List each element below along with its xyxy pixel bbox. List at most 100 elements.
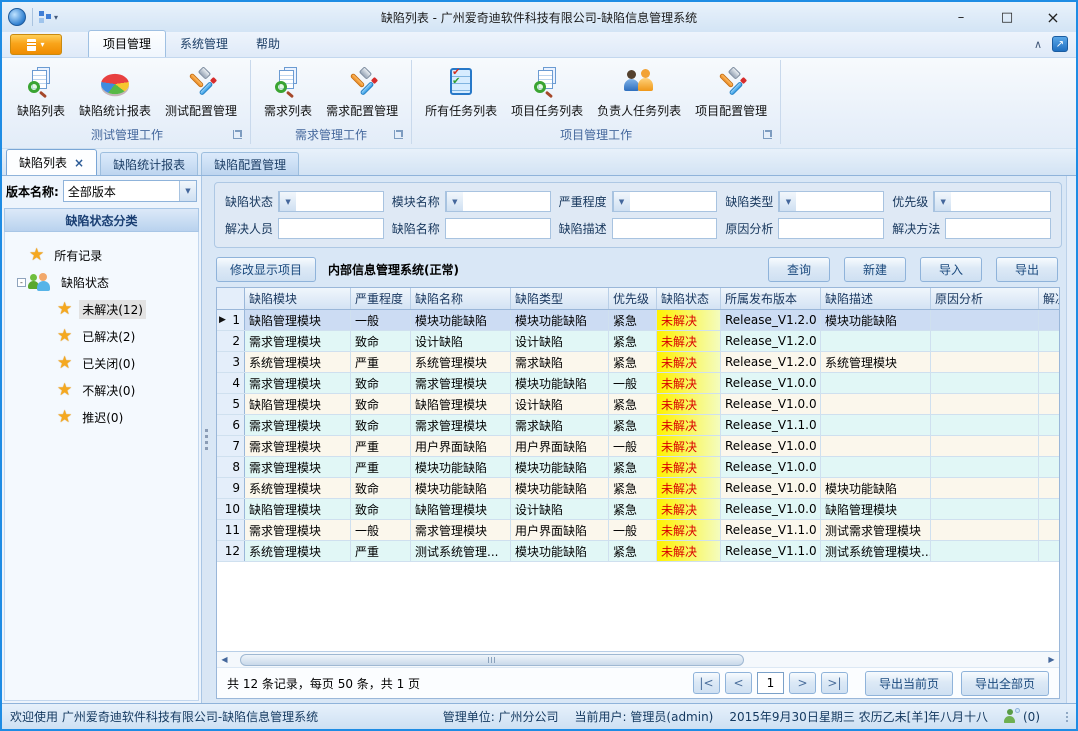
export-all-pages-button[interactable]: 导出全部页 [961,671,1049,696]
table-cell[interactable]: 一般 [609,520,657,540]
table-cell[interactable]: 需求管理模块 [245,436,351,456]
table-cell[interactable]: Release_V1.1.0 [721,520,821,540]
table-cell[interactable] [1039,331,1059,351]
dropdown-arrow-icon[interactable]: ▼ [613,192,630,211]
filter-input[interactable] [445,218,551,239]
table-cell[interactable] [931,310,1039,330]
table-cell[interactable]: 用户界面缺陷 [511,520,609,540]
table-row[interactable]: 8需求管理模块严重模块功能缺陷模块功能缺陷紧急未解决Release_V1.0.0 [217,457,1059,478]
table-cell[interactable]: 缺陷管理模块 [411,499,511,519]
table-cell[interactable]: Release_V1.0.0 [721,499,821,519]
table-cell[interactable]: 需求管理模块 [411,415,511,435]
tree-item[interactable]: ★所有记录 [17,242,198,269]
filter-select[interactable]: ▼ [612,191,718,212]
ribbon-button[interactable]: 缺陷列表 [10,62,72,120]
table-row[interactable]: 12系统管理模块严重测试系统管理...模块功能缺陷紧急未解决Release_V1… [217,541,1059,562]
filter-input[interactable] [778,218,884,239]
table-cell[interactable]: 缺陷管理模块 [245,394,351,414]
table-cell[interactable]: Release_V1.1.0 [721,415,821,435]
table-row[interactable]: 6需求管理模块致命需求管理模块需求缺陷紧急未解决Release_V1.1.0 [217,415,1059,436]
dropdown-arrow-icon[interactable]: ▼ [779,192,796,211]
table-cell[interactable]: 设计缺陷 [511,499,609,519]
table-cell[interactable]: 紧急 [609,541,657,561]
table-cell[interactable] [1039,373,1059,393]
row-number-cell[interactable]: ▶1 [217,310,245,330]
table-cell[interactable]: 测试系统管理... [411,541,511,561]
table-cell[interactable]: 致命 [351,373,411,393]
ribbon-button[interactable]: 需求配置管理 [319,62,405,120]
column-header[interactable]: 解决方法 [1039,288,1060,309]
ribbon-button[interactable]: 项目配置管理 [688,62,774,120]
column-header[interactable]: 所属发布版本 [721,288,821,309]
table-cell[interactable] [931,499,1039,519]
table-cell[interactable]: 需求管理模块 [245,520,351,540]
dropdown-arrow-icon[interactable]: ▼ [446,192,463,211]
table-cell[interactable] [931,331,1039,351]
table-row[interactable]: 2需求管理模块致命设计缺陷设计缺陷紧急未解决Release_V1.2.0 [217,331,1059,352]
filter-select[interactable]: ▼ [933,191,1051,212]
message-indicator[interactable]: (0) [1004,709,1040,724]
table-cell[interactable]: 需求缺陷 [511,352,609,372]
table-cell[interactable]: 系统管理模块 [245,478,351,498]
table-cell[interactable]: 设计缺陷 [511,331,609,351]
row-number-cell[interactable]: 10 [217,499,245,519]
table-cell[interactable] [1039,352,1059,372]
table-cell[interactable]: 严重 [351,436,411,456]
dialog-launcher-icon[interactable] [394,130,403,139]
table-cell[interactable]: Release_V1.2.0 [721,352,821,372]
table-cell[interactable]: 缺陷管理模块 [411,394,511,414]
table-cell[interactable]: 未解决 [657,457,721,477]
column-header[interactable]: 缺陷模块 [245,288,351,309]
table-cell[interactable]: 致命 [351,478,411,498]
row-number-cell[interactable]: 8 [217,457,245,477]
table-cell[interactable] [1039,394,1059,414]
document-tab[interactable]: 缺陷列表× [6,149,97,175]
table-cell[interactable]: 需求管理模块 [411,373,511,393]
table-row[interactable]: ▶1缺陷管理模块一般模块功能缺陷模块功能缺陷紧急未解决Release_V1.2.… [217,310,1059,331]
action-button[interactable]: 查询 [768,257,830,282]
table-cell[interactable]: 模块功能缺陷 [821,310,931,330]
prev-page-button[interactable]: < [725,672,752,694]
table-cell[interactable]: 未解决 [657,331,721,351]
dialog-launcher-icon[interactable] [233,130,242,139]
table-cell[interactable]: 致命 [351,331,411,351]
table-cell[interactable]: Release_V1.0.0 [721,478,821,498]
help-icon[interactable]: ↗ [1052,36,1068,52]
table-row[interactable]: 11需求管理模块一般需求管理模块用户界面缺陷一般未解决Release_V1.1.… [217,520,1059,541]
table-cell[interactable]: 模块功能缺陷 [411,478,511,498]
collapse-ribbon-icon[interactable]: ∧ [1034,38,1042,51]
table-cell[interactable] [931,352,1039,372]
column-header[interactable]: 原因分析 [931,288,1039,309]
table-cell[interactable] [931,457,1039,477]
table-cell[interactable]: 缺陷管理模块 [245,310,351,330]
table-cell[interactable] [1039,541,1059,561]
table-cell[interactable]: 严重 [351,352,411,372]
table-cell[interactable]: 紧急 [609,499,657,519]
table-row[interactable]: 5缺陷管理模块致命缺陷管理模块设计缺陷紧急未解决Release_V1.0.0 [217,394,1059,415]
column-header[interactable]: 缺陷类型 [511,288,609,309]
tree-item[interactable]: -缺陷状态 [17,269,198,296]
row-number-cell[interactable]: 9 [217,478,245,498]
table-row[interactable]: 9系统管理模块致命模块功能缺陷模块功能缺陷紧急未解决Release_V1.0.0… [217,478,1059,499]
table-cell[interactable] [931,478,1039,498]
row-number-cell[interactable]: 12 [217,541,245,561]
table-cell[interactable]: 未解决 [657,499,721,519]
table-cell[interactable] [931,541,1039,561]
table-row[interactable]: 3系统管理模块严重系统管理模块需求缺陷紧急未解决Release_V1.2.0系统… [217,352,1059,373]
document-tab[interactable]: 缺陷配置管理 [201,152,299,175]
filter-select[interactable]: ▼ [278,191,384,212]
table-cell[interactable]: 未解决 [657,310,721,330]
table-cell[interactable] [931,373,1039,393]
table-row[interactable]: 10缺陷管理模块致命缺陷管理模块设计缺陷紧急未解决Release_V1.0.0缺… [217,499,1059,520]
table-row[interactable]: 7需求管理模块严重用户界面缺陷用户界面缺陷一般未解决Release_V1.0.0 [217,436,1059,457]
tree-item[interactable]: ★已关闭(0) [17,350,198,377]
first-page-button[interactable]: |< [693,672,720,694]
row-number-cell[interactable]: 7 [217,436,245,456]
table-cell[interactable] [931,394,1039,414]
action-button[interactable]: 新建 [844,257,906,282]
table-cell[interactable]: Release_V1.2.0 [721,310,821,330]
table-cell[interactable]: 一般 [351,520,411,540]
dialog-launcher-icon[interactable] [763,130,772,139]
table-cell[interactable] [931,520,1039,540]
horizontal-scrollbar[interactable]: ◀ ▶ [217,651,1059,667]
